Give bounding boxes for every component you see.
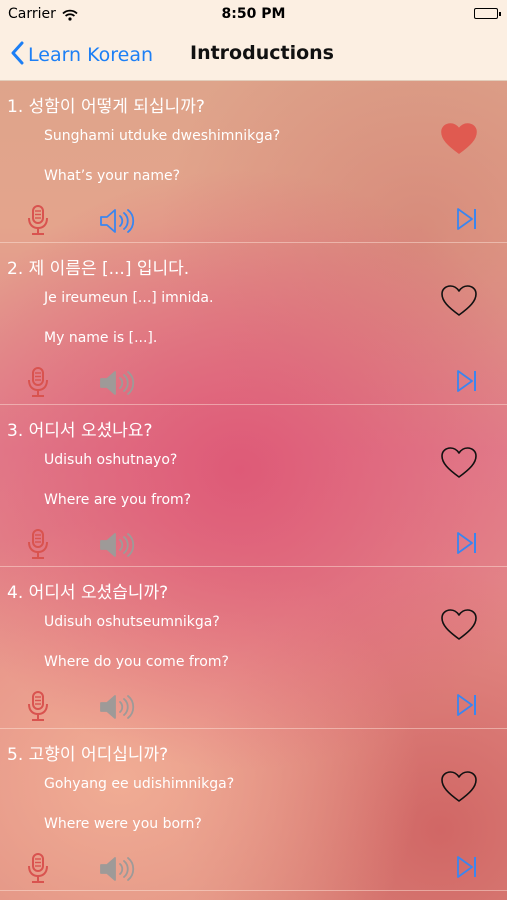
chevron-left-icon: [10, 41, 24, 69]
microphone-icon[interactable]: [26, 528, 50, 560]
battery-icon: [474, 8, 501, 19]
phrase-korean: 4. 어디서 오셨습니까?: [7, 583, 169, 603]
phrase-romanization: Sunghami utduke dweshimnikga?: [44, 128, 281, 144]
phrase-romanization: Gohyang ee udishimnikga?: [44, 776, 235, 792]
phrase-translation: Where were you born?: [44, 816, 202, 832]
heart-filled-icon[interactable]: [440, 122, 480, 158]
speaker-icon[interactable]: [98, 369, 138, 397]
phrase-romanization: Je ireumeun [...] imnida.: [44, 290, 214, 306]
phrase-korean: 1. 성함이 어떻게 되십니까?: [7, 97, 205, 117]
speaker-icon[interactable]: [98, 693, 138, 721]
phrase-row: 2. 제 이름은 [...] 입니다. Je ireumeun [...] im…: [0, 242, 507, 405]
microphone-icon[interactable]: [26, 690, 50, 722]
phrase-translation: My name is [...].: [44, 330, 158, 346]
back-label: Learn Korean: [28, 44, 154, 66]
speaker-icon[interactable]: [98, 207, 138, 235]
heart-outline-icon[interactable]: [440, 770, 480, 806]
skip-forward-icon[interactable]: [455, 207, 479, 231]
phrase-row: 5. 고향이 어디십니까? Gohyang ee udishimnikga? W…: [0, 728, 507, 891]
phrase-korean: 2. 제 이름은 [...] 입니다.: [7, 259, 190, 279]
phrase-romanization: Udisuh oshutseumnikga?: [44, 614, 220, 630]
phrase-korean: 5. 고향이 어디십니까?: [7, 745, 169, 765]
heart-outline-icon[interactable]: [440, 446, 480, 482]
heart-outline-icon[interactable]: [440, 608, 480, 644]
microphone-icon[interactable]: [26, 204, 50, 236]
page-title: Introductions: [190, 42, 334, 64]
phrase-translation: Where do you come from?: [44, 654, 229, 670]
phrase-korean: 3. 어디서 오셨나요?: [7, 421, 153, 441]
phrase-row: 3. 어디서 오셨나요? Udisuh oshutnayo? Where are…: [0, 404, 507, 567]
back-button[interactable]: Learn Korean: [10, 40, 153, 70]
microphone-icon[interactable]: [26, 852, 50, 884]
heart-outline-icon[interactable]: [440, 284, 480, 320]
speaker-icon[interactable]: [98, 531, 138, 559]
speaker-icon[interactable]: [98, 855, 138, 883]
phrase-romanization: Udisuh oshutnayo?: [44, 452, 178, 468]
navigation-bar: Learn Korean Introductions: [0, 30, 507, 81]
status-time: 8:50 PM: [221, 6, 286, 22]
phrase-row: 4. 어디서 오셨습니까? Udisuh oshutseumnikga? Whe…: [0, 566, 507, 729]
phrase-row: 1. 성함이 어떻게 되십니까? Sunghami utduke dweshim…: [0, 80, 507, 243]
microphone-icon[interactable]: [26, 366, 50, 398]
skip-forward-icon[interactable]: [455, 855, 479, 879]
status-bar: Carrier 8:50 PM: [0, 0, 507, 30]
phrase-translation: Where are you from?: [44, 492, 192, 508]
skip-forward-icon[interactable]: [455, 531, 479, 555]
skip-forward-icon[interactable]: [455, 369, 479, 393]
phrase-translation: What’s your name?: [44, 168, 181, 184]
skip-forward-icon[interactable]: [455, 693, 479, 717]
